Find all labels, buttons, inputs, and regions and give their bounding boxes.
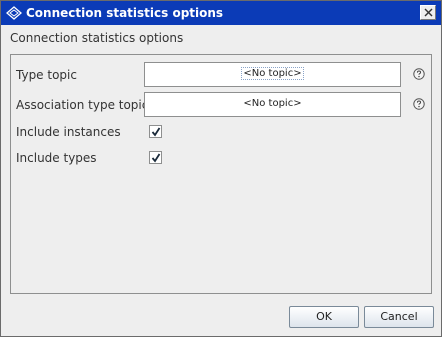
include-types-checkbox[interactable] [149,151,162,164]
help-icon[interactable] [413,98,425,110]
dialog-header: Connection statistics options [10,31,184,45]
checkmark-icon [151,153,161,163]
checkmark-icon [151,127,161,137]
include-instances-checkbox[interactable] [149,125,162,138]
close-button[interactable] [420,5,436,20]
include-instances-label: Include instances [16,125,121,139]
window-title: Connection statistics options [26,6,224,20]
association-type-topic-value: <No topic> [243,98,302,109]
association-type-topic-label: Association type topic [16,98,149,112]
options-panel: Type topic <No topic> Association type t… [10,54,432,294]
help-icon[interactable] [413,68,425,80]
ok-button[interactable]: OK [289,306,359,328]
cancel-button[interactable]: Cancel [364,306,434,328]
include-types-label: Include types [16,151,97,165]
type-topic-label: Type topic [16,68,77,82]
diamond-icon [6,5,22,21]
title-bar[interactable]: Connection statistics options [1,1,441,25]
type-topic-field[interactable]: <No topic> [144,62,401,87]
association-type-topic-field[interactable]: <No topic> [144,92,401,117]
type-topic-value: <No topic> [241,67,304,80]
close-icon [424,8,433,17]
dialog-window: Connection statistics options Connection… [0,0,442,337]
